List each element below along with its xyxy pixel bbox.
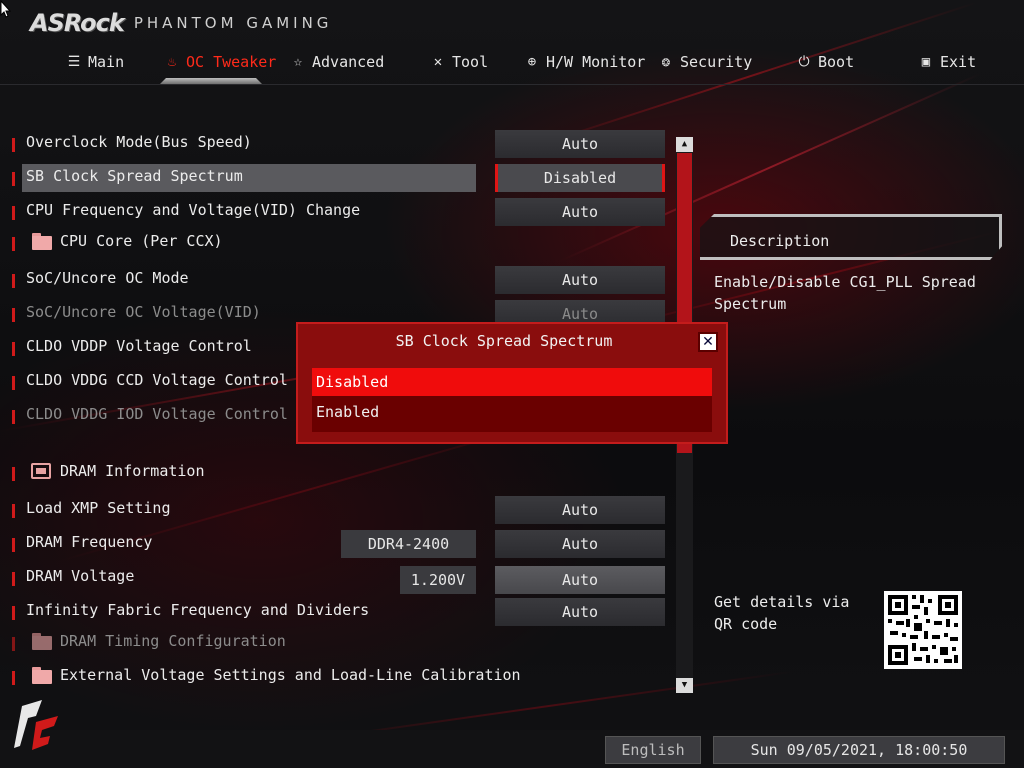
chevron-up-icon: ▲ xyxy=(681,139,688,149)
row-marker xyxy=(12,172,15,186)
language-selector[interactable]: English xyxy=(605,736,701,764)
row-marker xyxy=(12,538,15,552)
close-icon[interactable]: ✕ xyxy=(698,332,718,352)
sb-clock-spread-spectrum-value[interactable]: Disabled xyxy=(495,164,665,192)
tab-tool-label: Tool xyxy=(452,53,489,71)
flame-icon: ♨ xyxy=(167,54,177,70)
tab-oc-tweaker[interactable]: ♨ OC Tweaker xyxy=(164,44,277,80)
setting-label: SoC/Uncore OC Mode xyxy=(26,269,189,287)
tab-exit[interactable]: ▣ Exit xyxy=(918,44,976,80)
datetime-display: Sun 09/05/2021, 18:00:50 xyxy=(713,736,1005,764)
soc-uncore-oc-mode-value[interactable]: Auto xyxy=(495,266,665,294)
brand-header: ASRock PHANTOM GAMING xyxy=(30,9,333,37)
phantom-gaming-logo-icon xyxy=(14,700,58,750)
tab-boot-label: Boot xyxy=(818,53,855,71)
folder-icon xyxy=(32,633,52,650)
setting-label: Overclock Mode(Bus Speed) xyxy=(26,133,252,151)
setting-label: DRAM Frequency xyxy=(26,533,153,551)
row-marker xyxy=(12,342,15,356)
tab-boot[interactable]: ⏻ Boot xyxy=(796,44,854,80)
setting-label: SoC/Uncore OC Voltage(VID) xyxy=(26,303,261,321)
brand-subtitle: PHANTOM GAMING xyxy=(133,14,333,32)
chevron-down-icon: ▼ xyxy=(681,680,688,690)
setting-label: CLDO VDDG CCD Voltage Control xyxy=(26,371,288,389)
tab-bar: ☰ Main ♨ OC Tweaker ☆ Advanced ✕ Tool ⊕ … xyxy=(0,44,1024,84)
scroll-down-button[interactable]: ▼ xyxy=(676,678,693,693)
submenu-dram-timing: DRAM Timing Configuration xyxy=(0,629,670,657)
cpu-frequency-voltage-value[interactable]: Auto xyxy=(495,198,665,226)
popup-option-list: Disabled Enabled xyxy=(312,368,712,432)
dram-voltage-value[interactable]: Auto xyxy=(495,566,665,594)
option-popup: SB Clock Spread Spectrum ✕ Disabled Enab… xyxy=(296,322,728,444)
tab-oc-tweaker-label: OC Tweaker xyxy=(186,53,277,71)
row-marker xyxy=(12,504,15,518)
row-marker xyxy=(12,206,15,220)
tab-hw-monitor-label: H/W Monitor xyxy=(546,53,646,71)
list-icon: ☰ xyxy=(67,54,81,70)
tab-security[interactable]: ❂ Security xyxy=(658,44,752,80)
load-xmp-value[interactable]: Auto xyxy=(495,496,665,524)
submenu-label: DRAM Timing Configuration xyxy=(60,632,286,650)
header-divider xyxy=(0,84,1024,85)
row-marker xyxy=(12,410,15,424)
submenu-cpu-core[interactable]: CPU Core (Per CCX) xyxy=(0,229,670,257)
mouse-pointer-icon xyxy=(0,0,12,18)
option-enabled[interactable]: Enabled xyxy=(312,398,712,426)
setting-label: DRAM Voltage xyxy=(26,567,135,585)
tab-security-label: Security xyxy=(680,53,753,71)
tab-exit-label: Exit xyxy=(940,53,977,71)
scroll-up-button[interactable]: ▲ xyxy=(676,137,693,152)
row-marker xyxy=(12,467,15,481)
setting-label: Load XMP Setting xyxy=(26,499,171,517)
dram-voltage-current: 1.200V xyxy=(400,566,476,594)
folder-icon xyxy=(32,667,52,684)
setting-label: SB Clock Spread Spectrum xyxy=(26,167,243,185)
tab-main-label: Main xyxy=(88,53,125,71)
tools-icon: ✕ xyxy=(433,54,443,70)
dram-frequency-value[interactable]: Auto xyxy=(495,530,665,558)
description-text: Enable/Disable CG1_PLL Spread Spectrum xyxy=(714,273,976,313)
setting-label: CPU Frequency and Voltage(VID) Change xyxy=(26,201,361,219)
monitor-icon: ⊕ xyxy=(527,54,537,70)
row-marker xyxy=(12,138,15,152)
qr-code-icon xyxy=(884,591,962,669)
row-marker xyxy=(12,274,15,288)
row-marker xyxy=(12,376,15,390)
star-icon: ☆ xyxy=(293,54,303,70)
submenu-dram-information[interactable]: DRAM Information xyxy=(0,459,670,487)
option-disabled[interactable]: Disabled xyxy=(312,368,712,396)
submenu-label: External Voltage Settings and Load-Line … xyxy=(60,666,521,684)
qr-caption: Get details via QR code xyxy=(714,593,850,633)
folder-icon xyxy=(32,233,52,250)
row-marker xyxy=(12,637,15,651)
tab-hw-monitor[interactable]: ⊕ H/W Monitor xyxy=(524,44,646,80)
submenu-label: CPU Core (Per CCX) xyxy=(60,232,223,250)
setting-label: CLDO VDDP Voltage Control xyxy=(26,337,252,355)
exit-icon: ▣ xyxy=(921,54,931,70)
dram-frequency-current: DDR4-2400 xyxy=(341,530,476,558)
infinity-fabric-value[interactable]: Auto xyxy=(495,598,665,626)
tab-tool[interactable]: ✕ Tool xyxy=(430,44,488,80)
row-marker xyxy=(12,606,15,620)
row-marker xyxy=(12,671,15,685)
row-marker xyxy=(12,572,15,586)
power-icon: ⏻ xyxy=(798,54,810,70)
popup-title: SB Clock Spread Spectrum xyxy=(395,332,613,350)
memory-icon xyxy=(31,463,51,479)
description-title: Description xyxy=(730,232,830,250)
tab-advanced[interactable]: ☆ Advanced xyxy=(290,44,384,80)
row-marker xyxy=(12,308,15,322)
setting-label: Infinity Fabric Frequency and Dividers xyxy=(26,601,370,619)
tab-advanced-label: Advanced xyxy=(312,53,385,71)
submenu-external-voltage[interactable]: External Voltage Settings and Load-Line … xyxy=(0,663,670,691)
row-marker xyxy=(12,237,15,251)
setting-label: CLDO VDDG IOD Voltage Control xyxy=(26,405,288,423)
asrock-logo: ASRock xyxy=(30,9,125,37)
shield-icon: ❂ xyxy=(661,54,671,70)
overclock-mode-value[interactable]: Auto xyxy=(495,130,665,158)
submenu-label: DRAM Information xyxy=(60,462,205,480)
tab-main[interactable]: ☰ Main xyxy=(66,44,124,80)
